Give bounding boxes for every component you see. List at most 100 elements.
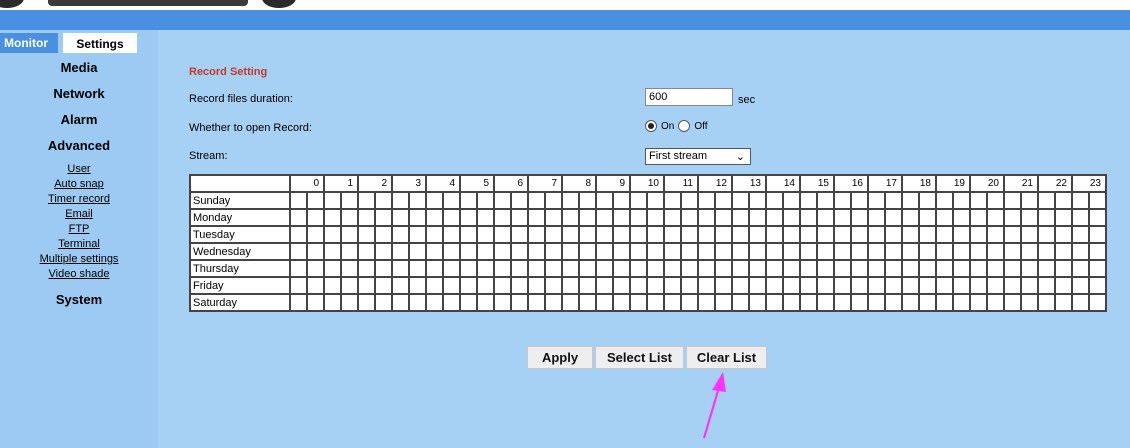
schedule-slot[interactable] <box>596 209 613 226</box>
schedule-slot[interactable] <box>630 192 647 209</box>
clear-list-button[interactable]: Clear List <box>686 346 767 369</box>
schedule-slot[interactable] <box>341 226 358 243</box>
hour-header[interactable]: 6 <box>494 175 528 192</box>
schedule-slot[interactable] <box>749 260 766 277</box>
schedule-slot[interactable] <box>834 294 851 311</box>
schedule-slot[interactable] <box>528 226 545 243</box>
schedule-slot[interactable] <box>800 294 817 311</box>
schedule-slot[interactable] <box>596 243 613 260</box>
schedule-slot[interactable] <box>392 243 409 260</box>
schedule-slot[interactable] <box>307 192 324 209</box>
schedule-slot[interactable] <box>630 260 647 277</box>
schedule-slot[interactable] <box>341 192 358 209</box>
schedule-slot[interactable] <box>409 192 426 209</box>
schedule-slot[interactable] <box>1038 192 1055 209</box>
schedule-slot[interactable] <box>919 209 936 226</box>
schedule-slot[interactable] <box>851 243 868 260</box>
schedule-slot[interactable] <box>936 209 953 226</box>
schedule-slot[interactable] <box>562 226 579 243</box>
stream-select[interactable]: First stream ⌄ <box>645 148 751 165</box>
schedule-slot[interactable] <box>460 260 477 277</box>
schedule-slot[interactable] <box>528 260 545 277</box>
schedule-slot[interactable] <box>596 192 613 209</box>
schedule-slot[interactable] <box>528 277 545 294</box>
schedule-slot[interactable] <box>783 192 800 209</box>
schedule-slot[interactable] <box>341 277 358 294</box>
schedule-slot[interactable] <box>800 277 817 294</box>
schedule-slot[interactable] <box>1004 260 1021 277</box>
schedule-slot[interactable] <box>477 192 494 209</box>
hour-header[interactable]: 12 <box>698 175 732 192</box>
schedule-slot[interactable] <box>426 260 443 277</box>
schedule-slot[interactable] <box>562 294 579 311</box>
schedule-slot[interactable] <box>817 192 834 209</box>
schedule-slot[interactable] <box>290 277 307 294</box>
schedule-slot[interactable] <box>324 260 341 277</box>
schedule-slot[interactable] <box>1021 277 1038 294</box>
schedule-slot[interactable] <box>851 277 868 294</box>
schedule-slot[interactable] <box>936 294 953 311</box>
schedule-slot[interactable] <box>783 209 800 226</box>
schedule-slot[interactable] <box>409 226 426 243</box>
schedule-slot[interactable] <box>851 209 868 226</box>
schedule-slot[interactable] <box>477 209 494 226</box>
schedule-slot[interactable] <box>1072 226 1089 243</box>
sidebar-section-network[interactable]: Network <box>0 84 158 110</box>
schedule-slot[interactable] <box>545 192 562 209</box>
schedule-slot[interactable] <box>358 294 375 311</box>
schedule-slot[interactable] <box>817 226 834 243</box>
schedule-slot[interactable] <box>341 260 358 277</box>
schedule-slot[interactable] <box>511 243 528 260</box>
schedule-slot[interactable] <box>766 192 783 209</box>
schedule-slot[interactable] <box>358 277 375 294</box>
schedule-slot[interactable] <box>647 226 664 243</box>
schedule-slot[interactable] <box>664 260 681 277</box>
schedule-slot[interactable] <box>851 294 868 311</box>
schedule-slot[interactable] <box>902 192 919 209</box>
schedule-slot[interactable] <box>817 243 834 260</box>
schedule-slot[interactable] <box>647 192 664 209</box>
schedule-slot[interactable] <box>715 209 732 226</box>
schedule-slot[interactable] <box>579 209 596 226</box>
schedule-slot[interactable] <box>511 226 528 243</box>
schedule-slot[interactable] <box>613 209 630 226</box>
schedule-slot[interactable] <box>426 277 443 294</box>
schedule-slot[interactable] <box>358 226 375 243</box>
schedule-slot[interactable] <box>426 226 443 243</box>
hour-header[interactable]: 21 <box>1004 175 1038 192</box>
schedule-slot[interactable] <box>579 294 596 311</box>
schedule-slot[interactable] <box>511 277 528 294</box>
schedule-slot[interactable] <box>477 243 494 260</box>
schedule-slot[interactable] <box>375 192 392 209</box>
schedule-slot[interactable] <box>664 243 681 260</box>
schedule-slot[interactable] <box>851 260 868 277</box>
schedule-slot[interactable] <box>1072 243 1089 260</box>
schedule-slot[interactable] <box>392 277 409 294</box>
schedule-slot[interactable] <box>1055 294 1072 311</box>
hour-header[interactable]: 14 <box>766 175 800 192</box>
sidebar-section-alarm[interactable]: Alarm <box>0 110 158 136</box>
schedule-slot[interactable] <box>1055 226 1072 243</box>
schedule-slot[interactable] <box>1089 277 1106 294</box>
schedule-slot[interactable] <box>562 243 579 260</box>
hour-header[interactable]: 3 <box>392 175 426 192</box>
schedule-slot[interactable] <box>919 260 936 277</box>
schedule-slot[interactable] <box>460 294 477 311</box>
schedule-slot[interactable] <box>885 192 902 209</box>
schedule-slot[interactable] <box>987 260 1004 277</box>
schedule-slot[interactable] <box>715 243 732 260</box>
schedule-slot[interactable] <box>307 277 324 294</box>
schedule-slot[interactable] <box>290 192 307 209</box>
schedule-slot[interactable] <box>987 209 1004 226</box>
schedule-slot[interactable] <box>800 243 817 260</box>
schedule-slot[interactable] <box>596 294 613 311</box>
schedule-slot[interactable] <box>324 277 341 294</box>
schedule-slot[interactable] <box>936 277 953 294</box>
schedule-slot[interactable] <box>1021 226 1038 243</box>
schedule-slot[interactable] <box>443 209 460 226</box>
schedule-slot[interactable] <box>902 294 919 311</box>
schedule-slot[interactable] <box>409 294 426 311</box>
hour-header[interactable]: 7 <box>528 175 562 192</box>
sidebar-section-system[interactable]: System <box>0 290 158 316</box>
day-label[interactable]: Friday <box>190 277 290 294</box>
